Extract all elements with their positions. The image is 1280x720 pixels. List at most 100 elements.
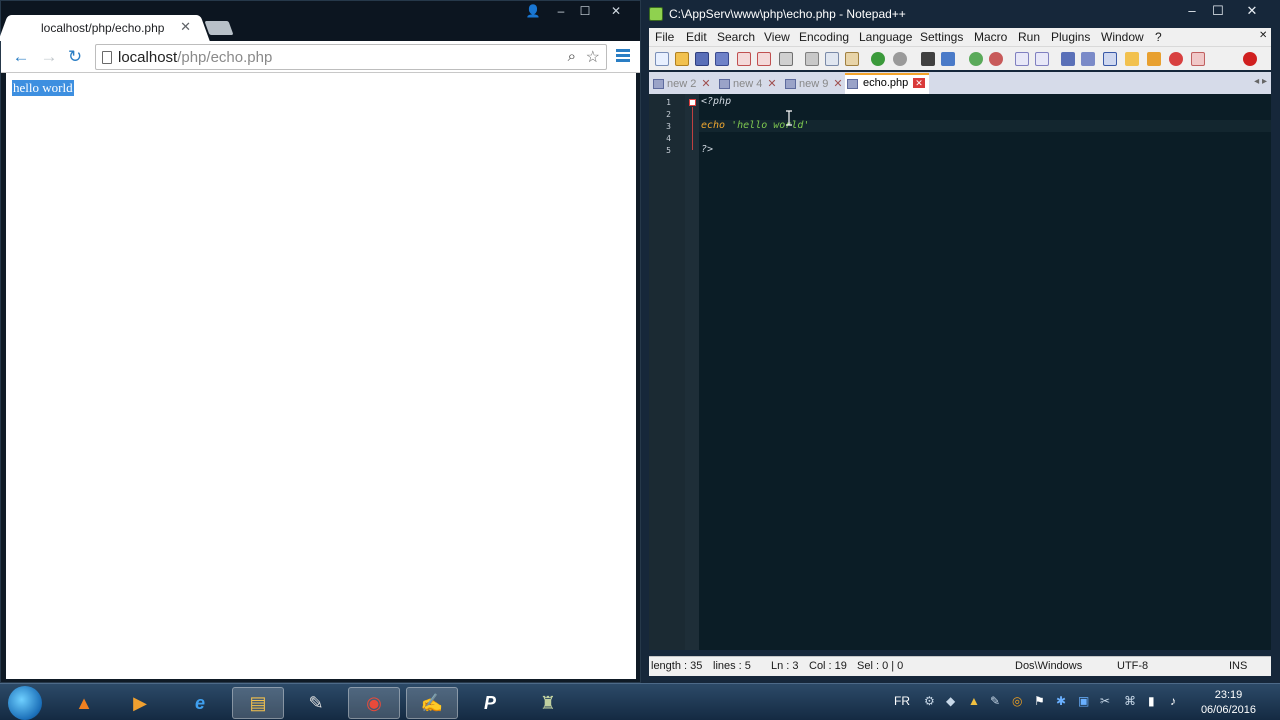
menu-plugins[interactable]: Plugins xyxy=(1051,30,1090,44)
tab-new-9[interactable]: new 9 ✕ xyxy=(783,75,843,93)
close-document-icon[interactable]: ✕ xyxy=(1259,30,1267,41)
menu-encoding[interactable]: Encoding xyxy=(799,30,849,44)
tray-window-icon[interactable]: ▣ xyxy=(1078,694,1089,708)
save-icon[interactable] xyxy=(695,52,709,66)
forward-arrow-icon[interactable]: → xyxy=(39,47,59,67)
menu-help[interactable]: ? xyxy=(1155,30,1162,44)
start-button-icon[interactable] xyxy=(8,686,42,720)
language-indicator[interactable]: FR xyxy=(894,694,910,708)
menu-settings[interactable]: Settings xyxy=(920,30,963,44)
monitoring-icon[interactable] xyxy=(1191,52,1205,66)
system-clock[interactable]: 23:19 06/06/2016 xyxy=(1201,688,1256,718)
code-line-php-open-tag: <?php xyxy=(701,96,732,107)
tray-tool-icon[interactable]: ✂ xyxy=(1100,694,1110,708)
tray-circle-icon[interactable]: ◎ xyxy=(1012,694,1022,708)
word-wrap-icon[interactable] xyxy=(1061,52,1075,66)
close-icon[interactable]: ✕ xyxy=(913,78,925,88)
close-icon[interactable]: ✕ xyxy=(180,19,191,35)
bookmark-star-icon[interactable]: ☆ xyxy=(586,47,600,67)
copy-icon[interactable] xyxy=(825,52,839,66)
folder-as-workspace-icon[interactable] xyxy=(1125,52,1139,66)
close-file-icon[interactable] xyxy=(737,52,751,66)
app-icon[interactable]: ♜ xyxy=(522,687,574,719)
internet-explorer-icon[interactable]: e xyxy=(174,687,226,719)
browser-tab[interactable]: localhost/php/echo.php ✕ xyxy=(9,15,199,41)
status-eol[interactable]: Dos\Windows xyxy=(1015,660,1082,672)
save-all-icon[interactable] xyxy=(715,52,729,66)
replace-icon[interactable] xyxy=(941,52,955,66)
indent-guide-icon[interactable] xyxy=(1103,52,1117,66)
maximize-button[interactable]: ☐ xyxy=(1205,2,1231,20)
sync-horizontal-icon[interactable] xyxy=(1035,52,1049,66)
bluetooth-icon[interactable]: ✱ xyxy=(1056,694,1066,708)
menu-file[interactable]: File xyxy=(655,30,674,44)
zoom-out-icon[interactable] xyxy=(989,52,1003,66)
fold-collapse-icon[interactable] xyxy=(689,99,696,106)
tray-usb-icon[interactable]: ⌘ xyxy=(1124,694,1136,708)
browser-tabstrip: localhost/php/echo.php ✕ 👤 ‒ ☐ ✕ xyxy=(1,1,640,41)
menu-window[interactable]: Window xyxy=(1101,30,1144,44)
status-bar: length : 35 lines : 5 Ln : 3 Col : 19 Se… xyxy=(649,656,1271,676)
address-bar[interactable]: localhost/php/echo.php ⌕ ☆ xyxy=(95,44,607,70)
url-path: /php/echo.php xyxy=(177,49,273,66)
close-button[interactable]: ✕ xyxy=(604,3,628,19)
file-explorer-icon[interactable]: ▤ xyxy=(232,687,284,719)
chrome-icon[interactable]: ◉ xyxy=(348,687,400,719)
close-icon[interactable]: ✕ xyxy=(833,78,842,90)
zoom-in-icon[interactable] xyxy=(969,52,983,66)
page-output-text: hello world xyxy=(12,80,74,96)
minimize-button[interactable]: ‒ xyxy=(549,3,573,19)
tab-new-2[interactable]: new 2 ✕ xyxy=(651,75,711,93)
undo-icon[interactable] xyxy=(871,52,885,66)
close-icon[interactable]: ✕ xyxy=(701,78,710,90)
menu-language[interactable]: Language xyxy=(859,30,912,44)
media-player-icon[interactable]: ▶ xyxy=(114,687,166,719)
phpstorm-icon[interactable]: P xyxy=(464,687,516,719)
paint-icon[interactable]: ✎ xyxy=(290,687,342,719)
cut-icon[interactable] xyxy=(805,52,819,66)
find-icon[interactable] xyxy=(921,52,935,66)
maximize-button[interactable]: ☐ xyxy=(573,3,597,19)
volume-icon[interactable]: ♪ xyxy=(1170,694,1176,708)
tray-brush-icon[interactable]: ✎ xyxy=(990,694,1000,708)
new-file-icon[interactable] xyxy=(655,52,669,66)
notepad-plus-plus-icon[interactable]: ✍ xyxy=(406,687,458,719)
tray-network-icon[interactable]: ⚙ xyxy=(924,694,935,708)
status-encoding[interactable]: UTF-8 xyxy=(1117,660,1148,672)
tab-echo-php[interactable]: echo.php ✕ xyxy=(845,73,929,94)
close-button[interactable]: ✕ xyxy=(1239,2,1265,20)
sync-vertical-icon[interactable] xyxy=(1015,52,1029,66)
tray-diamond-icon[interactable]: ◆ xyxy=(946,694,955,708)
paste-icon[interactable] xyxy=(845,52,859,66)
menu-search[interactable]: Search xyxy=(717,30,755,44)
new-tab-button[interactable] xyxy=(204,21,234,35)
menu-macro[interactable]: Macro xyxy=(974,30,1007,44)
minimize-button[interactable]: ‒ xyxy=(1179,2,1205,20)
menu-view[interactable]: View xyxy=(764,30,790,44)
tray-warning-icon[interactable]: ▲ xyxy=(968,694,980,708)
redo-icon[interactable] xyxy=(893,52,907,66)
signal-strength-icon[interactable]: ▮ xyxy=(1148,694,1155,708)
close-all-icon[interactable] xyxy=(757,52,771,66)
print-icon[interactable] xyxy=(779,52,793,66)
close-icon[interactable]: ✕ xyxy=(767,78,776,90)
status-insert-mode[interactable]: INS xyxy=(1229,660,1247,672)
search-icon[interactable]: ⌕ xyxy=(568,48,576,65)
menu-icon[interactable] xyxy=(616,49,630,63)
document-map-icon[interactable] xyxy=(1147,52,1161,66)
tab-new-4[interactable]: new 4 ✕ xyxy=(717,75,777,93)
show-all-characters-icon[interactable] xyxy=(1081,52,1095,66)
reload-icon[interactable]: ↻ xyxy=(65,47,85,67)
open-file-icon[interactable] xyxy=(675,52,689,66)
action-center-flag-icon[interactable]: ⚑ xyxy=(1034,694,1045,708)
back-arrow-icon[interactable]: ← xyxy=(11,47,31,67)
profile-icon[interactable]: 👤 xyxy=(521,3,545,19)
function-list-icon[interactable] xyxy=(1169,52,1183,66)
vlc-icon[interactable]: ▲ xyxy=(58,687,110,719)
record-macro-icon[interactable] xyxy=(1243,52,1257,66)
menu-edit[interactable]: Edit xyxy=(686,30,707,44)
status-ln: Ln : 3 xyxy=(771,660,799,672)
code-editor[interactable]: 1 2 3 4 5 <?php echo 'hello world' ?> xyxy=(649,94,1271,650)
tab-scroll-arrows-icon[interactable]: ◂ ▸ xyxy=(1254,76,1267,87)
menu-run[interactable]: Run xyxy=(1018,30,1040,44)
